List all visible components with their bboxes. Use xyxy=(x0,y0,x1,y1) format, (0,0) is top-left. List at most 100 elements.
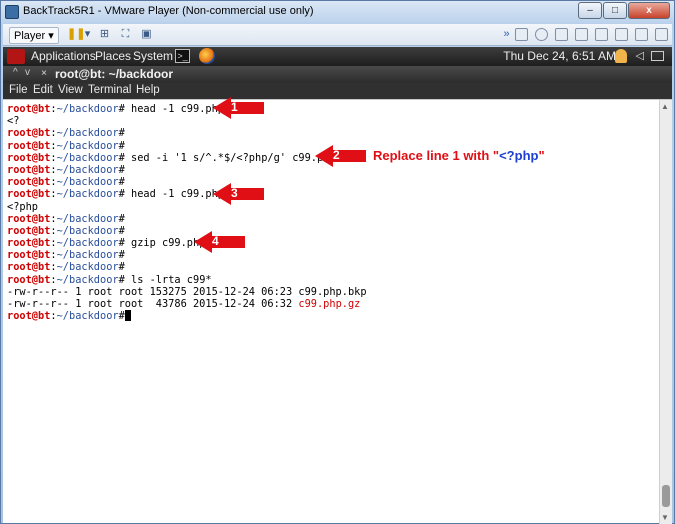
prompt-path: ~/backdoor xyxy=(56,151,119,164)
prompt-user: root@bt xyxy=(7,176,51,189)
terminal-prompt-line: root@bt:~/backdoor# head -1 c99.php xyxy=(7,103,367,115)
scroll-up-icon[interactable]: ▲ xyxy=(661,102,669,111)
minimize-terminal-icon[interactable]: v xyxy=(25,67,30,78)
terminal-title: root@bt: ~/backdoor xyxy=(55,67,174,81)
vmware-titlebar: BackTrack5R1 - VMware Player (Non-commer… xyxy=(1,1,674,23)
close-button[interactable]: x xyxy=(628,2,670,19)
prompt-symbol: # xyxy=(118,139,125,152)
terminal-output-line: -rw-r--r-- 1 root root 43786 2015-12-24 … xyxy=(7,298,367,310)
message-icon[interactable] xyxy=(635,28,648,41)
prompt-user: root@bt xyxy=(7,188,51,201)
terminal-titlebar: ^ v × root@bt: ~/backdoor xyxy=(3,66,672,83)
terminal-scrollbar[interactable]: ▲ ▼ xyxy=(659,100,672,524)
close-terminal-icon[interactable]: × xyxy=(39,68,49,79)
minimize-button[interactable]: – xyxy=(578,2,602,19)
printer-icon[interactable] xyxy=(595,28,608,41)
scroll-down-icon[interactable]: ▼ xyxy=(661,513,669,522)
output-text: <? xyxy=(7,115,20,128)
prompt-path: ~/backdoor xyxy=(56,273,119,286)
prompt-user: root@bt xyxy=(7,212,51,225)
menu-terminal[interactable]: Terminal xyxy=(88,84,131,96)
menu-file[interactable]: File xyxy=(9,84,28,96)
roll-up-icon[interactable]: ^ xyxy=(13,67,18,78)
prompt-path: ~/backdoor xyxy=(56,163,119,176)
system-menu[interactable]: System xyxy=(133,49,173,63)
prompt-user: root@bt xyxy=(7,237,51,250)
prompt-symbol: # xyxy=(118,163,125,176)
terminal-prompt-line: root@bt:~/backdoor# xyxy=(7,249,367,261)
firefox-launcher-icon[interactable] xyxy=(199,48,215,64)
terminal-prompt-line: root@bt:~/backdoor# gzip c99.php xyxy=(7,237,367,249)
prompt-path: ~/backdoor xyxy=(56,224,119,237)
prompt-path: ~/backdoor xyxy=(56,237,119,250)
cd-drive-icon[interactable] xyxy=(535,28,548,41)
command-text: head -1 c99.php xyxy=(124,103,225,115)
text-cursor xyxy=(124,310,131,322)
annotation-note-suffix: " xyxy=(538,148,545,163)
annotation-number-3: 3 xyxy=(231,186,238,200)
prompt-user: root@bt xyxy=(7,261,51,274)
annotation-arrow-2: 2 xyxy=(315,145,367,167)
command-text: head -1 c99.php xyxy=(124,188,225,201)
vmware-window: BackTrack5R1 - VMware Player (Non-commer… xyxy=(0,0,675,524)
hard-disk-icon[interactable] xyxy=(515,28,528,41)
prompt-user: root@bt xyxy=(7,249,51,262)
terminal-launcher-icon[interactable]: >_ xyxy=(175,49,190,63)
terminal-prompt-line: root@bt:~/backdoor# xyxy=(7,127,367,139)
terminal-prompt-line: root@bt:~/backdoor# xyxy=(7,261,367,273)
terminal-prompt-line: root@bt:~/backdoor# xyxy=(7,164,367,176)
prompt-user: root@bt xyxy=(7,139,51,152)
annotation-note-code: <?php xyxy=(499,148,539,163)
prompt-symbol: # xyxy=(118,127,125,140)
gnome-top-panel: Applications Places System >_ Thu Dec 24… xyxy=(3,47,672,66)
usb-device-icon[interactable] xyxy=(655,28,668,41)
backtrack-logo-icon xyxy=(7,49,25,64)
scrollbar-thumb[interactable] xyxy=(662,485,670,507)
pause-icon[interactable]: ❚❚ xyxy=(67,28,85,41)
applications-menu[interactable]: Applications xyxy=(31,49,96,63)
maximize-button[interactable]: □ xyxy=(603,2,627,19)
prompt-path: ~/backdoor xyxy=(56,188,119,201)
volume-icon[interactable]: ◁ xyxy=(636,49,644,62)
menu-view[interactable]: View xyxy=(58,84,83,96)
output-text: <?php xyxy=(7,200,38,213)
menu-edit[interactable]: Edit xyxy=(33,84,53,96)
terminal-menubar: File Edit View Terminal Help xyxy=(3,83,672,99)
annotation-number-2: 2 xyxy=(333,148,340,162)
command-text: sed -i '1 s/^.*$/<?php/g' c99.php xyxy=(124,151,336,164)
unity-icon[interactable]: ▣ xyxy=(140,28,153,41)
prompt-user: root@bt xyxy=(7,127,51,140)
prompt-symbol: # xyxy=(118,212,125,225)
command-text: ls -lrta c99* xyxy=(124,273,212,286)
prompt-path: ~/backdoor xyxy=(56,103,119,115)
prompt-symbol: # xyxy=(118,249,125,262)
window-controls: – □ x xyxy=(577,2,670,19)
archive-filename: c99.php.gz xyxy=(298,298,361,310)
vmware-window-title: BackTrack5R1 - VMware Player (Non-commer… xyxy=(23,5,314,17)
fullscreen-icon[interactable]: ⛶ xyxy=(119,28,132,41)
annotation-note: Replace line 1 with "<?php" xyxy=(373,148,545,163)
prompt-path: ~/backdoor xyxy=(56,261,119,274)
prompt-path: ~/backdoor xyxy=(56,139,119,152)
annotation-number-4: 4 xyxy=(212,234,219,248)
panel-clock[interactable]: Thu Dec 24, 6:51 AM xyxy=(503,49,616,63)
annotation-number-1: 1 xyxy=(231,100,238,114)
network-adapter-icon[interactable] xyxy=(575,28,588,41)
menu-help[interactable]: Help xyxy=(136,84,160,96)
mail-icon[interactable] xyxy=(651,51,664,61)
terminal-prompt-line: root@bt:~/backdoor# xyxy=(7,140,367,152)
player-menu-button[interactable]: Player ▾ xyxy=(9,27,59,44)
floppy-icon[interactable] xyxy=(555,28,568,41)
prompt-path: ~/backdoor xyxy=(56,212,119,225)
dropdown-arrow-icon[interactable]: ▾ xyxy=(81,28,94,41)
prompt-path: ~/backdoor xyxy=(56,176,119,189)
user-icon[interactable] xyxy=(615,49,627,63)
more-devices-icon[interactable]: » xyxy=(500,28,513,41)
sound-card-icon[interactable] xyxy=(615,28,628,41)
prompt-user: root@bt xyxy=(7,103,51,115)
places-menu[interactable]: Places xyxy=(95,49,131,63)
prompt-user: root@bt xyxy=(7,310,51,323)
prompt-symbol: # xyxy=(118,176,125,189)
network-icon[interactable]: ⊞ xyxy=(98,28,111,41)
annotation-arrow-4: 4 xyxy=(194,231,246,253)
